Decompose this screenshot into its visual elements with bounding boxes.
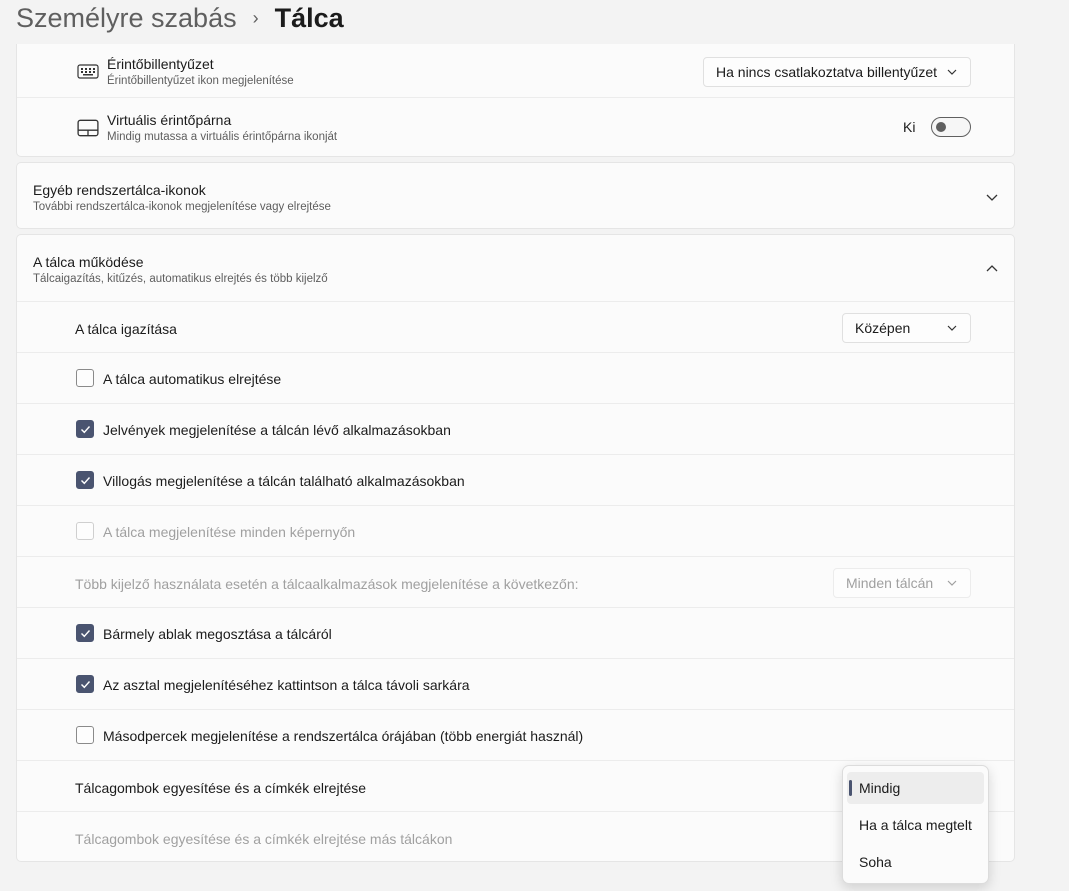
seconds-checkbox[interactable] — [76, 726, 94, 744]
other-tray-icons-subtitle: További rendszertálca-ikonok megjeleníté… — [33, 201, 331, 213]
touch-keyboard-subtitle: Érintőbillentyűzet ikon megjelenítése — [107, 75, 294, 87]
share-window-checkbox[interactable] — [76, 624, 94, 642]
far-corner-label: Az asztal megjelenítéséhez kattintson a … — [103, 677, 470, 693]
share-window-row[interactable]: Bármely ablak megosztása a tálcáról — [17, 608, 1014, 659]
alignment-dropdown-value: Középen — [855, 320, 911, 336]
checkmark-icon — [81, 477, 91, 485]
auto-hide-label: A tálca automatikus elrejtése — [103, 371, 282, 387]
toggle-knob — [936, 122, 946, 132]
alignment-label: A tálca igazítása — [75, 321, 177, 337]
touchpad-icon — [77, 119, 99, 137]
flashing-label: Villogás megjelenítése a tálcán találhat… — [103, 473, 465, 489]
touch-keyboard-dropdown-value: Ha nincs csatlakoztatva billentyűzet — [716, 64, 937, 80]
auto-hide-checkbox[interactable] — [76, 369, 94, 387]
chevron-down-icon[interactable] — [985, 190, 999, 204]
checkmark-icon — [81, 630, 91, 638]
badges-checkbox[interactable] — [76, 420, 94, 438]
chevron-down-icon — [947, 580, 957, 586]
multi-display-dropdown-value: Minden tálcán — [846, 575, 934, 591]
all-displays-label: A tálca megjelenítése minden képernyőn — [103, 524, 356, 540]
badges-label: Jelvények megjelenítése a tálcán lévő al… — [103, 422, 451, 438]
combine-label: Tálcagombok egyesítése és a címkék elrej… — [75, 780, 367, 796]
keyboard-icon — [77, 64, 99, 79]
chevron-down-icon — [947, 325, 957, 331]
checkmark-icon — [81, 681, 91, 689]
taskbar-behaviors-header[interactable]: A tálca működése Tálcaigazítás, kitűzés,… — [17, 235, 1014, 302]
flyout-option-always[interactable]: Mindig — [847, 772, 984, 804]
seconds-label: Másodpercek megjelenítése a rendszertálc… — [103, 728, 584, 744]
far-corner-row[interactable]: Az asztal megjelenítéséhez kattintson a … — [17, 659, 1014, 710]
flyout-option-when-full[interactable]: Ha a tálca megtelt — [847, 809, 984, 841]
seconds-row[interactable]: Másodpercek megjelenítése a rendszertálc… — [17, 710, 1014, 761]
breadcrumb: Személyre szabás › Tálca — [16, 0, 344, 36]
alignment-row: A tálca igazítása Középen — [17, 302, 1014, 353]
chevron-down-icon — [947, 69, 957, 75]
virtual-touchpad-row: Virtuális érintőpárna Mindig mutassa a v… — [17, 98, 1014, 157]
taskbar-behaviors-title: A tálca működése — [33, 254, 144, 270]
combine-dropdown-flyout: Mindig Ha a tálca megtelt Soha — [842, 765, 989, 884]
checkmark-icon — [81, 426, 91, 434]
touch-keyboard-title: Érintőbillentyűzet — [107, 56, 214, 72]
other-tray-icons-card[interactable]: Egyéb rendszertálca-ikonok További rends… — [16, 162, 1015, 229]
virtual-touchpad-title: Virtuális érintőpárna — [107, 112, 232, 128]
auto-hide-row[interactable]: A tálca automatikus elrejtése — [17, 353, 1014, 404]
page-title: Tálca — [274, 2, 344, 33]
multi-display-row: Több kijelző használata esetén a tálcaal… — [17, 557, 1014, 608]
breadcrumb-separator-icon: › — [252, 7, 259, 28]
combine-other-label: Tálcagombok egyesítése és a címkék elrej… — [75, 831, 453, 847]
all-displays-checkbox[interactable] — [76, 522, 94, 540]
flashing-row[interactable]: Villogás megjelenítése a tálcán találhat… — [17, 455, 1014, 506]
share-window-label: Bármely ablak megosztása a tálcáról — [103, 626, 332, 642]
touch-keyboard-dropdown[interactable]: Ha nincs csatlakoztatva billentyűzet — [703, 57, 971, 87]
tray-icons-card: Érintőbillentyűzet Érintőbillentyűzet ik… — [16, 44, 1015, 157]
multi-display-label: Több kijelző használata esetén a tálcaal… — [75, 576, 579, 592]
breadcrumb-parent[interactable]: Személyre szabás — [16, 3, 237, 34]
all-displays-row: A tálca megjelenítése minden képernyőn — [17, 506, 1014, 557]
virtual-touchpad-toggle-label: Ki — [903, 119, 916, 135]
virtual-touchpad-toggle[interactable] — [931, 117, 971, 137]
alignment-dropdown[interactable]: Középen — [842, 313, 971, 343]
taskbar-behaviors-subtitle: Tálcaigazítás, kitűzés, automatikus elre… — [33, 273, 328, 285]
multi-display-dropdown[interactable]: Minden tálcán — [833, 568, 971, 598]
touch-keyboard-row: Érintőbillentyűzet Érintőbillentyűzet ik… — [17, 44, 1014, 98]
virtual-touchpad-subtitle: Mindig mutassa a virtuális érintőpárna i… — [107, 131, 338, 143]
far-corner-checkbox[interactable] — [76, 675, 94, 693]
badges-row[interactable]: Jelvények megjelenítése a tálcán lévő al… — [17, 404, 1014, 455]
chevron-up-icon[interactable] — [985, 262, 999, 276]
other-tray-icons-title: Egyéb rendszertálca-ikonok — [33, 182, 206, 198]
flashing-checkbox[interactable] — [76, 471, 94, 489]
flyout-option-never[interactable]: Soha — [847, 846, 984, 878]
